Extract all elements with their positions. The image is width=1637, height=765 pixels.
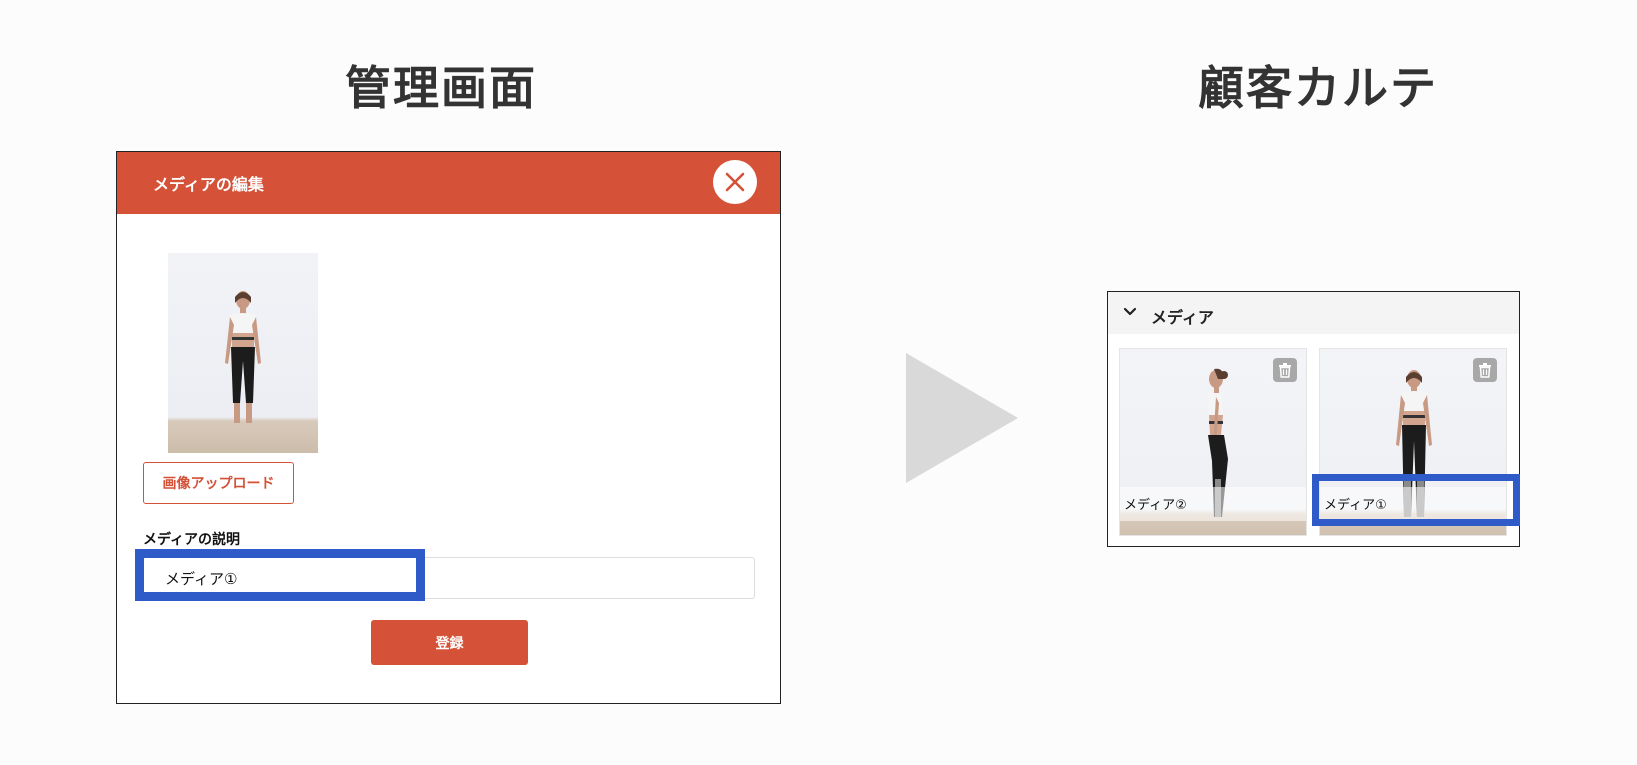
close-icon: [725, 172, 745, 192]
media-panel-title: メディア: [1151, 308, 1214, 327]
modal-title: メディアの編集: [153, 175, 264, 194]
chevron-down-icon: [1123, 307, 1137, 316]
customer-chart-heading: 顧客カルテ: [1198, 61, 1438, 115]
person-front-figure: [225, 291, 261, 423]
highlight-box-caption: [1312, 474, 1520, 526]
media-caption: メディア②: [1124, 498, 1187, 513]
trash-icon: [1279, 363, 1291, 378]
submit-button[interactable]: 登録: [371, 620, 528, 665]
play-arrow-icon: [906, 353, 1018, 483]
image-upload-button[interactable]: 画像アップロード: [143, 462, 294, 504]
delete-button[interactable]: [1473, 358, 1497, 382]
description-label: メディアの説明: [143, 532, 241, 548]
media-preview-image: [168, 253, 318, 453]
media-panel-header[interactable]: メディア: [1108, 292, 1519, 334]
edit-media-modal: メディアの編集 画像アップロード メディアの説明 メディア① 登録: [116, 151, 781, 704]
modal-header: メディアの編集: [117, 152, 780, 214]
admin-screen-heading: 管理画面: [345, 61, 537, 115]
close-button[interactable]: [713, 160, 757, 204]
delete-button[interactable]: [1273, 358, 1297, 382]
media-card[interactable]: メディア②: [1119, 348, 1307, 536]
highlight-box-input: [135, 549, 425, 601]
trash-icon: [1479, 363, 1491, 378]
